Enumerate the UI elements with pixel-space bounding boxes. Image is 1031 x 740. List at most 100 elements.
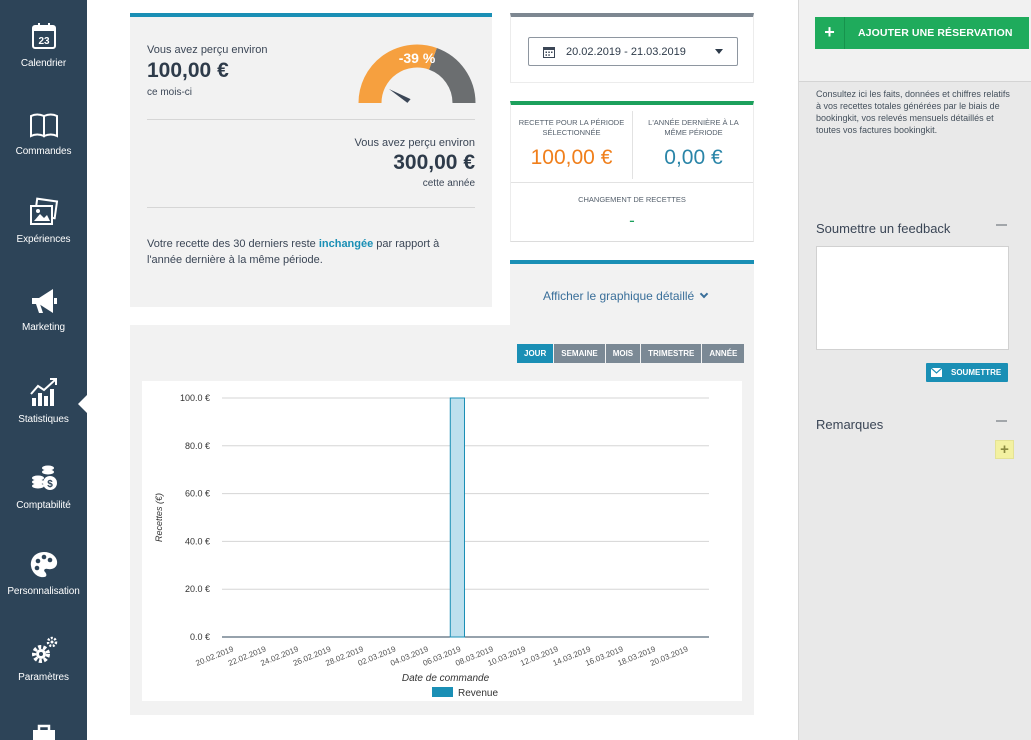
stat-change-value: - <box>629 211 635 230</box>
period-tab-trimestre[interactable]: Trimestre <box>641 344 702 363</box>
calendar-small-icon <box>543 47 555 58</box>
calendar-badge: 23 <box>38 36 50 47</box>
photos-icon <box>29 197 58 225</box>
detailed-chart-toggle-tab: Afficher le graphique détaillé <box>510 260 754 326</box>
show-detailed-chart-label: Afficher le graphique détaillé <box>543 289 695 303</box>
revenue-chart-container: 0.0 € 20.0 € 40.0 € 60.0 € 80.0 € 100.0 € 20.0… <box>142 381 742 701</box>
year-caption: cette année <box>422 178 475 189</box>
date-range-panel: 20.02.2019 - 21.03.2019 <box>510 13 754 83</box>
stat-selected-value: 100,00 € <box>530 146 613 169</box>
gears-icon <box>31 636 57 663</box>
period-tab-jour[interactable]: Jour <box>517 344 554 363</box>
month-amount: 100,00 € <box>147 59 229 82</box>
sidebar-item-commandes[interactable]: Commandes <box>0 108 87 157</box>
sidebar-label-personnalisation: Personnalisation <box>7 586 80 597</box>
sidebar-item-personnalisation[interactable]: Personnalisation <box>0 548 87 597</box>
period-tabs: Jour Semaine Mois Trimestre Année <box>517 344 745 363</box>
x-tick-label: 20.03.2019 <box>649 644 690 668</box>
feedback-input[interactable] <box>816 246 1009 350</box>
reservation-box: + Ajouter une réservation <box>799 0 1031 82</box>
month-intro: Vous avez perçu environ <box>147 44 268 56</box>
bag-icon <box>32 724 55 740</box>
add-reservation-button[interactable]: + Ajouter une réservation <box>815 17 1029 49</box>
legend-swatch <box>432 687 453 697</box>
sidebar-item-experiences[interactable]: Expériences <box>0 196 87 245</box>
stat-revenue-change: Changement de recettes - <box>511 183 753 231</box>
y-tick-label: 0.0 € <box>190 632 210 642</box>
add-remark-button[interactable]: + <box>995 440 1014 459</box>
y-tick-label: 60.0 € <box>185 489 210 499</box>
sidebar-label-commandes: Commandes <box>15 146 72 157</box>
month-caption: ce mois-ci <box>147 87 193 98</box>
add-reservation-label: Ajouter une réservation <box>858 27 1013 39</box>
stat-change-label: Changement de recettes <box>578 195 686 204</box>
svg-text:$: $ <box>47 479 53 490</box>
megaphone-icon <box>31 289 57 313</box>
plus-icon: + <box>815 17 845 49</box>
sidebar-label-statistiques: Statistiques <box>18 414 69 425</box>
summary-divider-2 <box>147 207 475 208</box>
sidebar-label-comptabilite: Comptabilité <box>16 500 71 511</box>
sidebar-item-statistiques[interactable]: Statistiques <box>0 376 87 425</box>
sidebar-item-parametres[interactable]: Paramètres <box>0 634 87 683</box>
period-tab-mois[interactable]: Mois <box>605 344 641 363</box>
date-range-value: 20.02.2019 - 21.03.2019 <box>566 46 686 58</box>
summary-sentence-before: Votre recette des 30 derniers reste <box>147 238 319 250</box>
right-sidebar: + Ajouter une réservation Consultez ici … <box>798 0 1031 740</box>
statistics-info-text: Consultez ici les faits, données et chif… <box>816 89 1010 135</box>
stat-selected-label: Recette pour la période sélectionnée <box>518 118 625 137</box>
gauge-needle <box>389 89 411 103</box>
main-content: Vous avez perçu environ 100,00 € ce mois… <box>87 0 798 740</box>
sidebar-item-calendrier[interactable]: 23 Calendrier <box>0 20 87 69</box>
date-range-select[interactable]: 20.02.2019 - 21.03.2019 <box>528 37 738 66</box>
revenue-stats-panel: Recette pour la période sélectionnée 100… <box>510 101 754 242</box>
revenue-gauge: -39 % <box>358 44 476 104</box>
stat-last-year-label: L'année dernière à la même période <box>648 118 739 137</box>
submit-feedback-label: Soumettre <box>951 368 1002 377</box>
remarks-heading: Remarques <box>816 417 884 432</box>
y-tick-label: 20.0 € <box>185 584 210 594</box>
calendar-icon: 23 <box>31 23 56 49</box>
period-tab-semaine[interactable]: Semaine <box>554 344 605 363</box>
legend-label: Revenue <box>458 688 498 699</box>
y-axis-title: Recettes (€) <box>154 493 164 542</box>
palette-icon <box>30 552 57 578</box>
revenue-summary-panel: Vous avez perçu environ 100,00 € ce mois… <box>130 13 492 307</box>
summary-divider <box>147 119 475 120</box>
chart-growth-icon <box>29 378 57 406</box>
y-tick-label: 80.0 € <box>185 441 210 451</box>
stat-selected-period: Recette pour la période sélectionnée 100… <box>511 105 632 183</box>
gauge-track <box>428 47 476 104</box>
sidebar-item-marketing[interactable]: Marketing <box>0 284 87 333</box>
sidebar-label-parametres: Paramètres <box>18 672 69 683</box>
sidebar-item-more[interactable] <box>0 720 87 740</box>
sidebar-label-calendrier: Calendrier <box>20 58 67 69</box>
x-axis-title: Date de commande <box>402 673 490 684</box>
revenue-chart: 0.0 € 20.0 € 40.0 € 60.0 € 80.0 € 100.0 € 20.0… <box>154 393 709 699</box>
summary-sentence: Votre recette des 30 derniers reste inch… <box>147 236 477 268</box>
sidebar-label-experiences: Expériences <box>16 234 71 245</box>
y-tick-label: 40.0 € <box>185 536 210 546</box>
chevron-down-icon <box>699 289 709 299</box>
book-icon <box>29 113 58 138</box>
collapse-remarks-icon[interactable] <box>996 420 1007 422</box>
y-tick-label: 100.0 € <box>180 393 210 403</box>
chevron-down-icon <box>715 49 723 54</box>
stat-last-year-value: 0,00 € <box>664 146 723 169</box>
year-intro: Vous avez perçu environ <box>354 137 475 149</box>
sidebar-label-marketing: Marketing <box>21 322 65 333</box>
collapse-feedback-icon[interactable] <box>996 224 1007 226</box>
year-amount: 300,00 € <box>393 151 475 174</box>
stat-last-year: L'année dernière à la même période 0,00 … <box>633 105 754 183</box>
sidebar: 23 Calendrier Commandes Expériences Mark… <box>0 0 88 740</box>
bar <box>449 397 465 638</box>
sidebar-item-comptabilite[interactable]: $ Comptabilité <box>0 462 87 511</box>
period-tab-annee[interactable]: Année <box>702 344 745 363</box>
coins-icon: $ <box>31 465 57 490</box>
summary-sentence-highlight: inchangée <box>318 238 374 250</box>
chart-panel: Jour Semaine Mois Trimestre Année 0.0 € 2… <box>130 325 754 715</box>
submit-feedback-button[interactable]: Soumettre <box>926 363 1008 382</box>
show-detailed-chart-link[interactable]: Afficher le graphique détaillé <box>543 289 709 303</box>
gauge-label: -39 % <box>399 50 436 66</box>
mail-icon <box>931 368 942 377</box>
